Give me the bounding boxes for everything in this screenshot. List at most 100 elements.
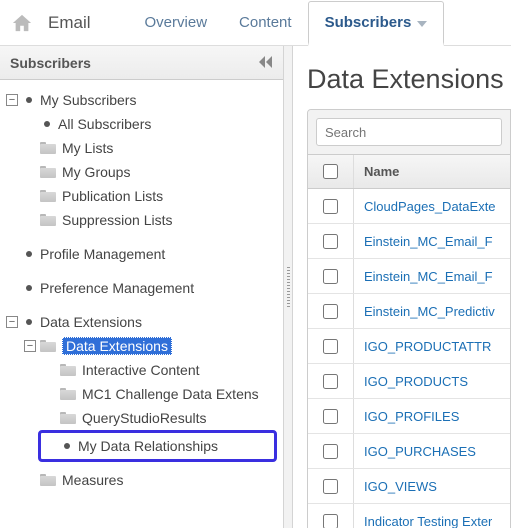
tree-label: Preference Management [40,280,194,296]
row-name-link[interactable]: Einstein_MC_Email_F [354,234,493,249]
table-row[interactable]: Einstein_MC_Predictiv [308,294,510,329]
tab-overview[interactable]: Overview [129,0,224,45]
search-input[interactable] [316,118,502,146]
tree-label: QueryStudioResults [82,410,207,426]
tree-interactive-content[interactable]: Interactive Content [0,358,283,382]
table-row[interactable]: IGO_PURCHASES [308,434,510,469]
expander-minus-icon[interactable]: − [24,340,36,352]
tree-label: Profile Management [40,246,165,262]
main-content: Data Extensions Name CloudPages_DataExte… [293,46,511,528]
row-checkbox[interactable] [323,479,338,494]
table-row[interactable]: Einstein_MC_Email_F [308,259,510,294]
tree-my-subscribers[interactable]: − My Subscribers [0,88,283,112]
row-check-cell [308,224,354,258]
tree-preference-management[interactable]: Preference Management [0,276,283,300]
tree-profile-management[interactable]: Profile Management [0,242,283,266]
folder-icon [60,388,76,400]
collapse-icon[interactable] [259,55,273,71]
tree-all-subscribers[interactable]: All Subscribers [0,112,283,136]
home-button[interactable] [0,0,44,45]
tree-label: My Lists [62,140,113,156]
tree-publication-lists[interactable]: Publication Lists [0,184,283,208]
row-name-link[interactable]: CloudPages_DataExte [354,199,496,214]
row-name-link[interactable]: IGO_PURCHASES [354,444,476,459]
table-row[interactable]: Indicator Testing Exter [308,504,510,528]
bullet-icon [26,97,32,103]
folder-icon [40,214,56,226]
row-name-link[interactable]: Einstein_MC_Predictiv [354,304,495,319]
chevron-down-icon [417,14,427,31]
tree-suppression-lists[interactable]: Suppression Lists [0,208,283,232]
row-checkbox[interactable] [323,199,338,214]
table-row[interactable]: Einstein_MC_Email_F [308,224,510,259]
bullet-icon [26,251,32,257]
table-row[interactable]: IGO_VIEWS [308,469,510,504]
tree-label: Measures [62,472,123,488]
row-checkbox[interactable] [323,304,338,319]
tab-subscribers[interactable]: Subscribers [308,1,445,46]
tree-data-extensions-root[interactable]: − Data Extensions [0,310,283,334]
row-checkbox[interactable] [323,409,338,424]
home-icon [11,13,33,33]
expander-minus-icon[interactable]: − [6,94,18,106]
tree-query-studio[interactable]: QueryStudioResults [0,406,283,430]
folder-icon [60,412,76,424]
select-all-checkbox[interactable] [323,164,338,179]
tree-my-data-relationships[interactable]: My Data Relationships [40,432,275,460]
row-name-link[interactable]: Indicator Testing Exter [354,514,492,528]
row-checkbox[interactable] [323,339,338,354]
row-name-link[interactable]: IGO_PRODUCTS [354,374,468,389]
table-row[interactable]: IGO_PRODUCTS [308,364,510,399]
table-row[interactable]: CloudPages_DataExte [308,189,510,224]
search-bar [308,110,510,155]
tree-my-lists[interactable]: My Lists [0,136,283,160]
folder-icon [40,340,56,352]
row-checkbox[interactable] [323,444,338,459]
row-name-link[interactable]: Einstein_MC_Email_F [354,269,493,284]
select-all-cell [308,155,354,188]
tree-label: All Subscribers [58,116,151,132]
tree-label: My Subscribers [40,92,136,108]
top-nav: Email Overview Content Subscribers [0,0,511,46]
bullet-icon [26,285,32,291]
tree-label: My Data Relationships [78,438,218,454]
row-checkbox[interactable] [323,269,338,284]
row-check-cell [308,399,354,433]
tree-label: Interactive Content [82,362,200,378]
table-row[interactable]: IGO_PRODUCTATTR [308,329,510,364]
tree-label: My Groups [62,164,130,180]
bullet-icon [26,319,32,325]
tree-label: Publication Lists [62,188,163,204]
expander-minus-icon[interactable]: − [6,316,18,328]
row-check-cell [308,294,354,328]
row-check-cell [308,329,354,363]
row-checkbox[interactable] [323,234,338,249]
table-body: CloudPages_DataExte Einstein_MC_Email_F Ei… [308,189,510,528]
sidebar-title: Subscribers [10,55,91,71]
tree-data-extensions-folder[interactable]: − Data Extensions [0,334,283,358]
row-name-link[interactable]: IGO_PROFILES [354,409,459,424]
row-name-link[interactable]: IGO_VIEWS [354,479,437,494]
row-checkbox[interactable] [323,374,338,389]
tree-measures[interactable]: Measures [0,468,283,492]
row-name-link[interactable]: IGO_PRODUCTATTR [354,339,491,354]
sidebar: Subscribers − My Subscribers All Subscri… [0,46,283,528]
resizer-handle[interactable] [283,46,293,528]
tree-label: Suppression Lists [62,212,173,228]
folder-icon [60,364,76,376]
tree-label-selected: Data Extensions [62,337,172,355]
tree-mc1-challenge[interactable]: MC1 Challenge Data Extens [0,382,283,406]
row-checkbox[interactable] [323,514,338,528]
folder-icon [40,474,56,486]
folder-icon [40,166,56,178]
bullet-icon [44,121,50,127]
row-check-cell [308,434,354,468]
tab-content[interactable]: Content [223,0,308,45]
bullet-icon [64,443,70,449]
folder-icon [40,142,56,154]
tab-subscribers-label: Subscribers [325,14,412,31]
row-check-cell [308,469,354,503]
table-row[interactable]: IGO_PROFILES [308,399,510,434]
tree-my-groups[interactable]: My Groups [0,160,283,184]
column-header-name[interactable]: Name [354,164,510,179]
